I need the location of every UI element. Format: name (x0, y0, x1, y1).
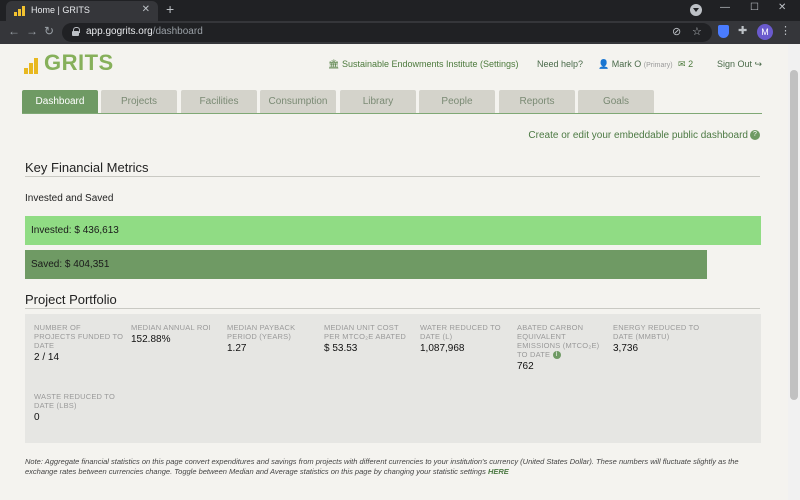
new-tab-icon[interactable]: + (166, 1, 174, 17)
tab-consumption[interactable]: Consumption (260, 90, 336, 113)
browser-tab[interactable]: Home | GRITS ✕ (6, 1, 158, 21)
metric-projects-funded: NUMBER OF PROJECTS FUNDED TO DATE 2 / 14 (34, 323, 124, 363)
tracking-off-icon[interactable]: ⊘ (672, 25, 681, 38)
tab-dashboard[interactable]: Dashboard (22, 90, 98, 113)
metric-label: ABATED CARBON EQUIVALENT EMISSIONS (MTCO… (517, 323, 607, 360)
url-text[interactable]: app.gogrits.org/dashboard (86, 26, 203, 37)
metric-value: $ 53.53 (324, 343, 358, 354)
tab-library[interactable]: Library (340, 90, 416, 113)
metric-median-unit-cost: MEDIAN UNIT COST PER MTCO₂E ABATED $ 53.… (324, 323, 414, 354)
forward-icon[interactable]: → (26, 24, 38, 38)
metric-value: 3,736 (613, 343, 639, 354)
institution-label: Sustainable Endowments Institute (Settin… (341, 59, 519, 69)
tab-reports[interactable]: Reports (499, 90, 575, 113)
user-menu[interactable]: 👤 Mark O (Primary) (598, 59, 673, 70)
portfolio-section-title: Project Portfolio (25, 292, 117, 307)
tab-people[interactable]: People (419, 90, 495, 113)
tab-projects[interactable]: Projects (101, 90, 177, 113)
tab-goals[interactable]: Goals (578, 90, 654, 113)
sign-out-link[interactable]: Sign Out ↪ (717, 59, 762, 70)
saved-bar: Saved: $ 404,351 (25, 250, 707, 279)
user-icon: 👤 (598, 59, 610, 69)
metric-value: 1.27 (227, 343, 247, 354)
metric-carbon-abated: ABATED CARBON EQUIVALENT EMISSIONS (MTCO… (517, 323, 607, 372)
metric-label: WATER REDUCED TO DATE (L) (420, 323, 501, 341)
scrollbar-thumb[interactable] (790, 70, 798, 400)
tab-close-icon[interactable]: ✕ (142, 4, 150, 15)
portfolio-metrics-panel: NUMBER OF PROJECTS FUNDED TO DATE 2 / 14… (25, 314, 761, 443)
window-close-icon[interactable]: ✕ (778, 2, 786, 13)
page-scrollbar[interactable] (788, 44, 800, 500)
profile-avatar[interactable]: M (757, 24, 773, 40)
extensions-puzzle-icon[interactable]: ✚ (738, 24, 747, 37)
currency-note-text: Note: Aggregate financial statistics on … (25, 457, 739, 476)
metric-label: MEDIAN ANNUAL ROI (131, 323, 211, 332)
metric-water-reduced: WATER REDUCED TO DATE (L) 1,087,968 (420, 323, 510, 354)
user-role: (Primary) (643, 62, 673, 69)
user-name: Mark O (611, 59, 642, 69)
minimize-icon[interactable]: — (720, 2, 730, 13)
financial-section-title: Key Financial Metrics (25, 160, 149, 175)
grits-favicon-icon (14, 6, 25, 16)
logo-bars-icon (24, 55, 42, 74)
extension-shield-icon[interactable] (718, 25, 729, 38)
institution-building-icon: 🏛 (328, 59, 340, 69)
embed-dashboard-label: Create or edit your embeddable public da… (528, 130, 748, 141)
metric-label: MEDIAN PAYBACK PERIOD (YEARS) (227, 323, 296, 341)
portfolio-divider (25, 308, 760, 309)
metric-value: 762 (517, 361, 534, 373)
tab-title: Home | GRITS (31, 5, 90, 15)
envelope-icon: ✉ (678, 59, 686, 69)
sign-out-icon: ↪ (754, 59, 763, 69)
metric-label: WASTE REDUCED TO DATE (LBS) (34, 392, 115, 410)
metric-value: 2 / 14 (34, 352, 60, 363)
help-question-icon[interactable]: ? (750, 130, 760, 141)
tab-divider (22, 113, 762, 114)
logo-text: GRITS (44, 50, 114, 75)
info-icon[interactable]: i (552, 351, 561, 360)
invested-bar: Invested: $ 436,613 (25, 216, 761, 245)
currency-note: Note: Aggregate financial statistics on … (25, 457, 765, 477)
metric-waste-reduced: WASTE REDUCED TO DATE (LBS) 0 (34, 392, 124, 423)
message-count: 2 (688, 59, 694, 69)
page-content: GRITS 🏛 Sustainable Endowments Institute… (0, 44, 788, 500)
url-path: /dashboard (152, 26, 203, 37)
help-link[interactable]: Need help? (537, 59, 583, 69)
metric-label: NUMBER OF PROJECTS FUNDED TO DATE (34, 323, 124, 350)
metric-value: 152.88% (131, 334, 171, 345)
lock-icon[interactable] (72, 27, 80, 36)
tab-search-icon[interactable] (690, 4, 702, 16)
metric-value: 0 (34, 412, 40, 423)
bookmark-star-icon[interactable]: ☆ (692, 25, 702, 38)
maximize-icon[interactable]: ☐ (750, 2, 759, 13)
embed-dashboard-link[interactable]: Create or edit your embeddable public da… (528, 130, 760, 141)
address-bar[interactable]: app.gogrits.org/dashboard ⊘ ☆ (62, 23, 712, 42)
metric-median-payback: MEDIAN PAYBACK PERIOD (YEARS) 1.27 (227, 323, 317, 354)
institution-settings-link[interactable]: 🏛 Sustainable Endowments Institute (Sett… (328, 59, 519, 70)
invested-saved-heading: Invested and Saved (25, 193, 114, 204)
financial-divider (25, 176, 760, 177)
browser-titlebar: Home | GRITS ✕ + — ☐ ✕ (0, 0, 800, 21)
reload-icon[interactable]: ↻ (44, 24, 54, 38)
metric-label: MEDIAN UNIT COST PER MTCO₂E ABATED (324, 323, 407, 341)
metric-energy-reduced: ENERGY REDUCED TO DATE (MMBTU) 3,736 (613, 323, 703, 354)
tab-facilities[interactable]: Facilities (181, 90, 257, 113)
back-icon[interactable]: ← (8, 24, 20, 38)
browser-menu-icon[interactable]: ⋮ (780, 24, 791, 37)
browser-toolbar: ← → ↻ app.gogrits.org/dashboard ⊘ ☆ ✚ M … (0, 21, 800, 44)
statistic-settings-link[interactable]: HERE (488, 467, 509, 476)
url-host: app.gogrits.org (86, 26, 153, 37)
sign-out-label: Sign Out (717, 59, 753, 69)
metric-median-roi: MEDIAN ANNUAL ROI 152.88% (131, 323, 221, 345)
metric-label: ENERGY REDUCED TO DATE (MMBTU) (613, 323, 700, 341)
metric-value: 1,087,968 (420, 343, 465, 354)
messages-link[interactable]: ✉ 2 (678, 59, 693, 70)
